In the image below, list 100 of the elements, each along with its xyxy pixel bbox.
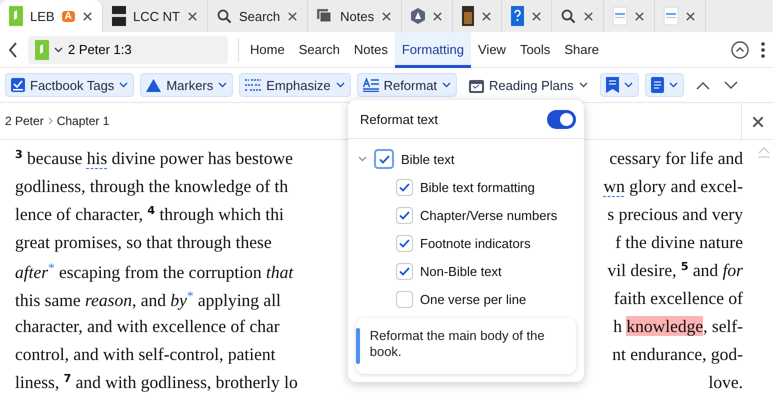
search-icon <box>216 8 232 24</box>
triangle-icon <box>146 78 162 92</box>
option-label: Bible text formatting <box>420 180 535 194</box>
caret-icon <box>442 82 452 88</box>
bible-text-line: great promises, so that through these <box>15 232 272 254</box>
bookmark-list-icon <box>606 77 619 93</box>
bible-text-line: $^{3}$ because his divine power has bestowe <box>15 148 293 170</box>
breadcrumb-item[interactable]: 2 Peter <box>5 114 44 128</box>
close-icon[interactable] <box>82 10 93 22</box>
breadcrumb-item[interactable]: Chapter 1 <box>56 114 110 128</box>
option-label: Non-Bible text <box>420 264 502 278</box>
caret-icon <box>668 82 678 88</box>
book-cover-icon <box>462 6 474 26</box>
bible-text-line: wn glory and excel- <box>604 176 743 198</box>
close-icon[interactable] <box>287 10 298 22</box>
info-text: Reformat the main body of the book. <box>368 327 546 361</box>
chevron-icon <box>48 117 53 125</box>
toolbar-button[interactable]: Reading Plans <box>463 73 594 97</box>
close-icon[interactable] <box>531 10 542 22</box>
page-icon <box>650 77 664 93</box>
caret-icon <box>336 82 345 88</box>
close-icon[interactable] <box>634 10 646 22</box>
bible-text-line: godliness, through the knowledge of th <box>15 176 288 198</box>
bible-text-line: love. <box>708 372 743 394</box>
close-icon[interactable] <box>583 10 594 22</box>
toolbar-button[interactable] <box>600 73 639 97</box>
menu-tab[interactable]: Share <box>557 32 606 68</box>
collapse-icon[interactable] <box>731 40 749 58</box>
document-icon <box>613 7 628 25</box>
bible-text-line: control, and with self-control, patient <box>15 344 276 366</box>
caret-icon <box>624 82 633 88</box>
reference-field[interactable]: 2 Peter 1:3 <box>28 36 228 64</box>
popup-title: Reformat text <box>360 112 438 126</box>
checklist-icon <box>11 78 25 92</box>
close-icon[interactable] <box>685 10 696 22</box>
option-label: Chapter/Verse numbers <box>420 208 558 222</box>
bible-text-line: h knowledge, self- <box>613 316 743 338</box>
check-icon <box>399 238 410 248</box>
menu-tab[interactable]: Formatting <box>394 32 471 68</box>
caret-icon <box>119 82 128 88</box>
checkbox[interactable] <box>396 290 413 308</box>
toolbar-button[interactable]: Markers <box>140 73 234 97</box>
bible-text-line: liness, $^{7}$ and with godliness, brotherly lo <box>15 372 298 394</box>
back-icon[interactable] <box>8 42 18 58</box>
document-tab[interactable]: Search <box>208 0 308 32</box>
close-icon[interactable] <box>186 10 198 22</box>
close-icon[interactable] <box>481 10 492 22</box>
checkbox[interactable] <box>396 206 413 224</box>
option-label: Bible text <box>401 152 454 166</box>
bible-text-line: vil desire, $^{5}$ and for <box>607 260 743 282</box>
close-icon[interactable] <box>432 10 444 22</box>
bible-text-line: nt endurance, god- <box>612 344 743 366</box>
bible-text-line: after$^{*}$ escaping from the corruption that <box>15 260 294 284</box>
option-label: One verse per line <box>420 292 526 306</box>
document-icon <box>664 7 678 25</box>
toolbar-button[interactable] <box>644 73 684 97</box>
document-tab[interactable]: Notes <box>308 0 402 32</box>
book-icon <box>35 40 49 60</box>
checkbox[interactable] <box>396 262 413 280</box>
checkbox[interactable] <box>396 234 413 252</box>
help-book-icon <box>511 6 524 26</box>
reformat-toggle[interactable] <box>547 110 576 128</box>
checkbox[interactable] <box>396 178 413 196</box>
bible-text-line: cessary for life and <box>609 148 743 170</box>
book-icon <box>9 6 23 26</box>
check-icon <box>399 266 410 276</box>
menu-tab[interactable]: Home <box>243 32 292 68</box>
book-icon <box>112 6 126 26</box>
check-icon <box>399 182 410 192</box>
bible-text-line: this same reason, and by$^{*}$ applying all <box>15 288 281 312</box>
toolbar-button[interactable]: Reformat <box>356 73 458 97</box>
caret-icon <box>54 46 63 52</box>
toolbar-button[interactable]: Emphasize <box>239 73 351 97</box>
document-tab[interactable]: LCC NT <box>103 0 208 32</box>
expand-caret-icon[interactable] <box>358 156 367 162</box>
document-tab[interactable]: LEB A <box>0 0 103 32</box>
checkbox[interactable] <box>374 149 394 169</box>
menu-tab[interactable]: Tools <box>512 32 558 68</box>
menu-tab[interactable]: View <box>471 32 513 68</box>
bible-text-line: faith excellence of <box>614 288 743 310</box>
more-icon[interactable] <box>761 42 765 58</box>
calendar-icon <box>469 78 484 92</box>
notes-icon <box>317 8 334 24</box>
toolbar-button[interactable]: Factbook Tags <box>5 73 134 97</box>
check-icon <box>378 154 390 164</box>
close-icon[interactable] <box>381 10 392 22</box>
bible-text-line: f the divine nature <box>615 232 743 254</box>
menu-tab[interactable]: Search <box>292 32 347 68</box>
emblem-icon <box>411 8 426 24</box>
tab-badge: A <box>62 10 75 22</box>
previous-icon[interactable] <box>696 80 710 90</box>
next-icon[interactable] <box>724 80 738 90</box>
close-icon[interactable] <box>750 114 764 128</box>
caret-icon <box>218 82 228 88</box>
text-format-icon <box>362 78 379 92</box>
menu-tab[interactable]: Notes <box>346 32 395 68</box>
bible-text-line: character, and with excellence of char <box>15 316 280 338</box>
search-icon <box>561 8 576 24</box>
option-label: Footnote indicators <box>420 236 531 250</box>
bible-text-line: lence of character, $^{4}$ through which thi <box>15 204 284 226</box>
